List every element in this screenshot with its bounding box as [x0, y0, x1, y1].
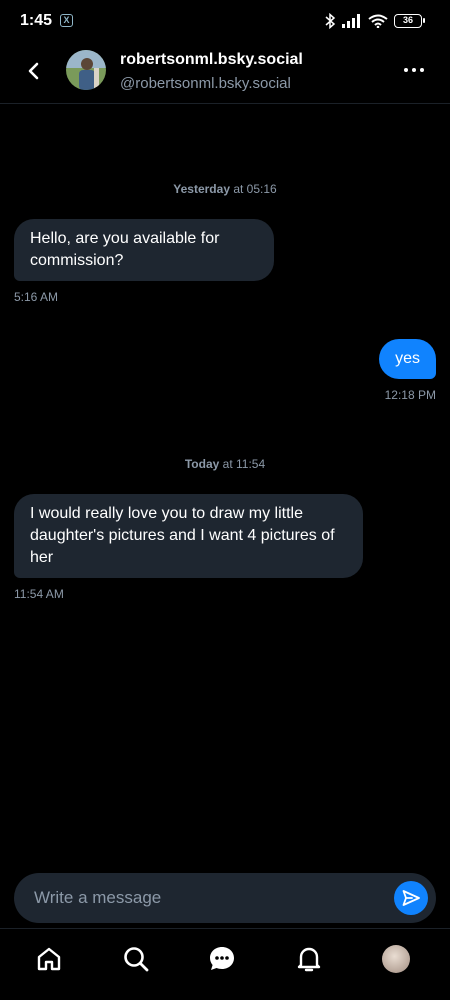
message-bubble-incoming[interactable]: I would really love you to draw my littl… — [14, 494, 363, 578]
nav-chat[interactable] — [206, 943, 238, 975]
more-options-button[interactable] — [404, 68, 424, 72]
nav-profile[interactable] — [380, 943, 412, 975]
message-input[interactable] — [34, 873, 374, 923]
nav-search[interactable] — [120, 943, 152, 975]
status-time: 1:45 — [20, 12, 53, 29]
bottom-navigation — [0, 928, 450, 1000]
home-icon — [37, 947, 61, 971]
message-composer — [14, 873, 436, 923]
date-separator-time: at 11:54 — [219, 457, 266, 471]
conversation-header: robertsonml.bsky.social @robertsonml.bsk… — [0, 42, 450, 104]
message-timestamp: 11:54 AM — [14, 587, 64, 601]
dot-icon — [420, 68, 424, 72]
signal-icon — [342, 14, 360, 28]
message-bubble-incoming[interactable]: Hello, are you available for commission? — [14, 219, 274, 281]
chevron-left-icon — [28, 62, 39, 80]
date-separator: Today at 11:54 — [0, 457, 450, 471]
x-app-notification-icon: X — [60, 14, 73, 27]
message-timestamp: 12:18 PM — [384, 388, 436, 402]
date-separator: Yesterday at 05:16 — [0, 182, 450, 196]
status-bar: 1:45 X 36 — [0, 0, 450, 42]
avatar-photo — [66, 50, 106, 90]
display-name: robertsonml.bsky.social — [120, 51, 303, 68]
profile-avatar — [382, 945, 410, 973]
nav-notifications[interactable] — [293, 943, 325, 975]
send-button[interactable] — [394, 881, 428, 915]
back-button[interactable] — [18, 56, 48, 86]
message-bubble-outgoing[interactable]: yes — [379, 339, 436, 379]
date-separator-day: Yesterday — [173, 182, 230, 196]
dot-icon — [404, 68, 408, 72]
date-separator-day: Today — [184, 457, 220, 471]
bluetooth-icon — [325, 13, 336, 29]
avatar[interactable] — [66, 50, 106, 90]
nav-home[interactable] — [33, 943, 65, 975]
wifi-icon — [368, 14, 388, 28]
user-handle: @robertsonml.bsky.social — [120, 75, 291, 92]
message-timestamp: 5:16 AM — [14, 290, 59, 304]
dot-icon — [412, 68, 416, 72]
send-icon — [402, 890, 420, 906]
battery-icon: 36 — [394, 14, 425, 28]
chat-icon — [210, 947, 234, 970]
status-icons: 36 — [324, 11, 425, 31]
bell-icon — [297, 947, 321, 972]
date-separator-time: at 05:16 — [230, 182, 277, 196]
search-icon — [124, 947, 149, 972]
